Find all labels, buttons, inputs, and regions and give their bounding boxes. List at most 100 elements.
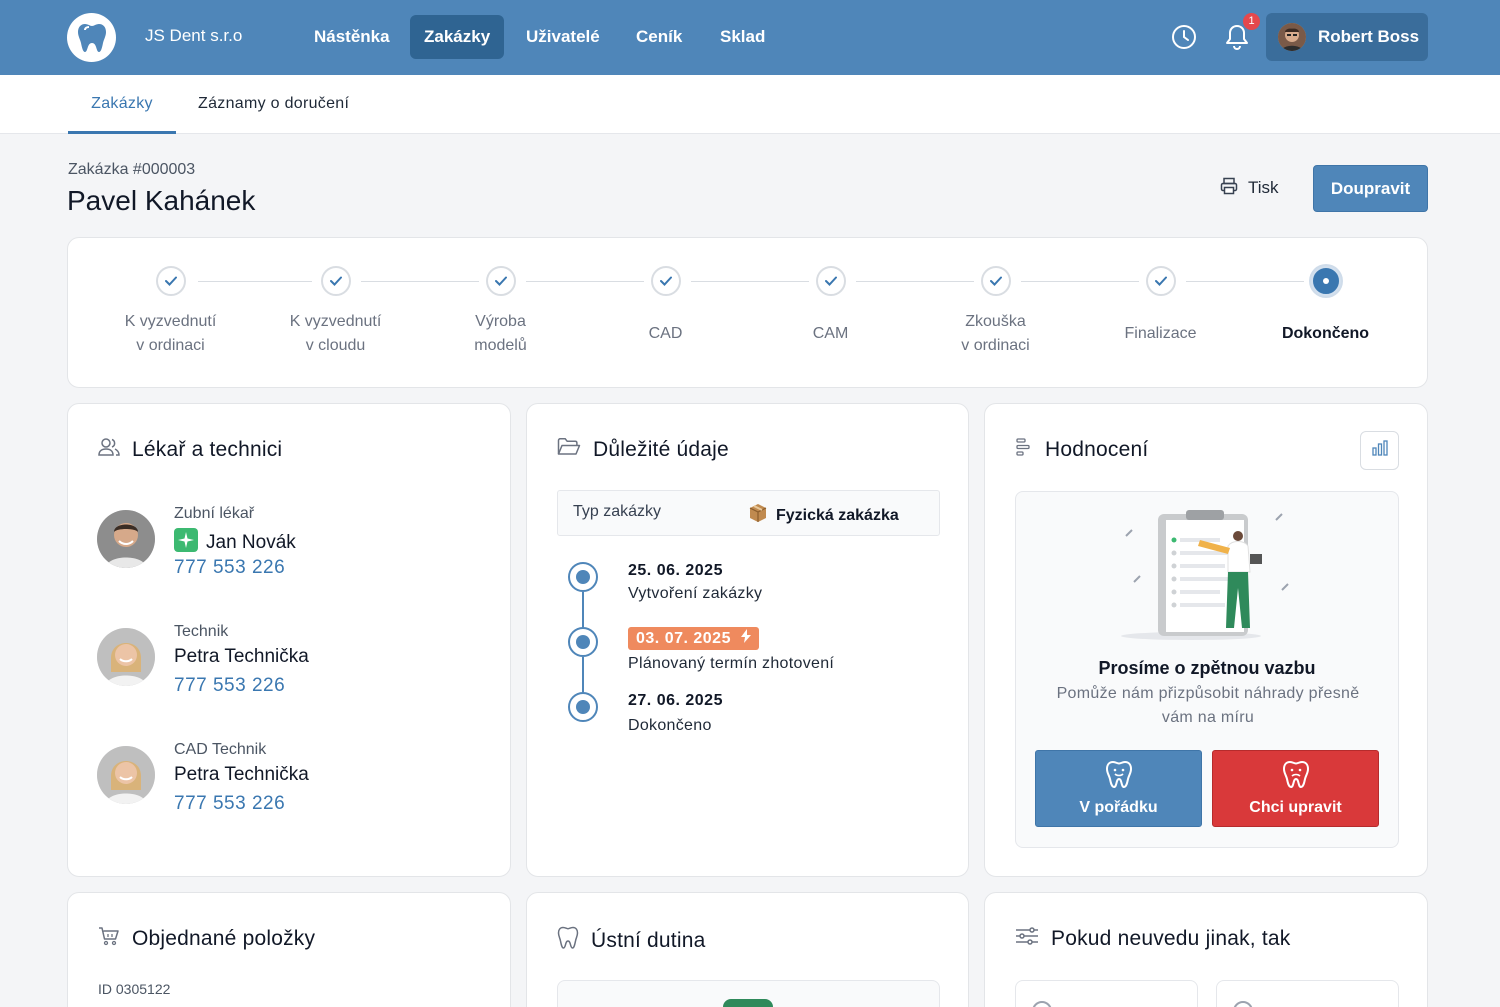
card-title: Hodnocení bbox=[1045, 438, 1149, 461]
timeline-date: 03. 07. 2025 bbox=[636, 629, 731, 647]
option-tile[interactable] bbox=[1216, 980, 1399, 1007]
nav-dashboard[interactable]: Nástěnka bbox=[300, 15, 404, 59]
default-settings-card: Pokud neuvedu jinak, tak bbox=[984, 892, 1428, 1007]
step-label-line2: v ordinaci bbox=[961, 337, 1030, 354]
step-label-line1: K vyzvednutí bbox=[124, 313, 217, 330]
phone-link[interactable]: 777 553 226 bbox=[174, 675, 285, 697]
person-role: CAD Technik bbox=[174, 741, 267, 758]
cart-icon bbox=[98, 926, 120, 952]
person-role: Technik bbox=[174, 623, 229, 640]
check-icon bbox=[320, 266, 351, 296]
ordered-items-card: Objednané položky ID 0305122 bbox=[67, 892, 511, 1007]
check-icon bbox=[650, 266, 681, 296]
notification-badge: 1 bbox=[1243, 13, 1260, 30]
printer-icon bbox=[1220, 177, 1238, 200]
verified-star-icon bbox=[174, 528, 198, 558]
step-label-line2: v cloudu bbox=[305, 337, 366, 354]
teeth-diagram bbox=[723, 999, 773, 1007]
user-avatar bbox=[1278, 23, 1306, 51]
timeline-line bbox=[582, 657, 584, 695]
stats-button[interactable] bbox=[1360, 431, 1399, 470]
person-name: Jan Novák bbox=[206, 532, 296, 553]
person-name: Petra Technička bbox=[174, 646, 309, 667]
person-name-row: Jan Novák bbox=[174, 528, 296, 558]
user-menu-button[interactable]: Robert Boss bbox=[1266, 13, 1428, 61]
oral-cavity-preview bbox=[557, 980, 940, 1007]
step-label-line2: v ordinaci bbox=[136, 337, 205, 354]
step-label-line1: Zkouška bbox=[965, 313, 1026, 330]
step-pickup-cloud: K vyzvednutí v cloudu bbox=[253, 266, 418, 358]
timeline-dot bbox=[568, 692, 598, 722]
nav-pricelist[interactable]: Ceník bbox=[622, 15, 696, 59]
ordered-item-id: ID 0305122 bbox=[98, 981, 171, 997]
step-label: Finalizace bbox=[1124, 325, 1197, 342]
feedback-ok-button[interactable]: V pořádku bbox=[1035, 750, 1202, 827]
check-icon bbox=[485, 266, 516, 296]
print-label: Tisk bbox=[1248, 178, 1279, 197]
step-cam: CAM bbox=[748, 266, 913, 358]
order-number: Zakázka #000003 bbox=[68, 161, 196, 178]
step-cad: CAD bbox=[583, 266, 748, 358]
feedback-illustration bbox=[1116, 506, 1296, 646]
timeline-dot bbox=[568, 627, 598, 657]
option-tile[interactable] bbox=[1015, 980, 1198, 1007]
radio-icon bbox=[1032, 1001, 1052, 1007]
print-button[interactable]: Tisk bbox=[1210, 168, 1289, 208]
timeline-dot bbox=[568, 562, 598, 592]
feedback-edit-button[interactable]: Chci upravit bbox=[1212, 750, 1379, 827]
user-name: Robert Boss bbox=[1318, 27, 1420, 46]
tab-orders[interactable]: Zakázky bbox=[68, 75, 176, 134]
step-label: CAD bbox=[648, 325, 683, 342]
finish-edit-button[interactable]: Doupravit bbox=[1313, 165, 1428, 212]
phone-link[interactable]: 777 553 226 bbox=[174, 793, 285, 815]
step-label-line2: modelů bbox=[474, 337, 527, 354]
step-pickup-office: K vyzvednutí v ordinaci bbox=[88, 266, 253, 358]
nav-orders[interactable]: Zakázky bbox=[410, 15, 505, 59]
step-model-production: Výroba modelů bbox=[418, 266, 583, 358]
person-role: Zubní lékař bbox=[174, 505, 255, 522]
card-title: Pokud neuvedu jinak, tak bbox=[1051, 927, 1291, 950]
feedback-text: Pomůže nám přizpůsobit náhrady přesně vá… bbox=[1056, 685, 1360, 726]
avatar bbox=[97, 510, 155, 568]
users-icon bbox=[98, 437, 120, 463]
current-step-indicator bbox=[1310, 266, 1341, 296]
card-title: Ústní dutina bbox=[591, 929, 706, 952]
check-icon bbox=[980, 266, 1011, 296]
avatar bbox=[97, 746, 155, 804]
page-title: Pavel Kahánek bbox=[67, 185, 256, 216]
tooth-icon bbox=[557, 926, 579, 956]
order-type-row: Typ zakázky Fyzická zakázka bbox=[557, 490, 940, 536]
company-name: JS Dent s.r.o bbox=[145, 26, 243, 45]
tooth-logo-icon[interactable] bbox=[67, 13, 116, 62]
timeline-date: 25. 06. 2025 bbox=[628, 562, 723, 579]
rating-card: Hodnocení Prosíme o zpětnou vazbu Pomůže… bbox=[984, 403, 1428, 877]
step-label-line1: K vyzvednutí bbox=[289, 313, 382, 330]
happy-tooth-icon bbox=[1105, 760, 1133, 793]
step-label: CAM bbox=[812, 325, 849, 342]
timeline-date: 27. 06. 2025 bbox=[628, 692, 723, 709]
feedback-ok-label: V pořádku bbox=[1079, 799, 1158, 816]
clock-icon[interactable] bbox=[1170, 23, 1198, 51]
lightning-icon bbox=[740, 629, 751, 648]
nav-users[interactable]: Uživatelé bbox=[512, 15, 614, 59]
step-finalization: Finalizace bbox=[1078, 266, 1243, 358]
oral-cavity-card: Ústní dutina bbox=[526, 892, 969, 1007]
order-type-label: Typ zakázky bbox=[573, 503, 662, 520]
sliders-icon bbox=[1015, 926, 1039, 952]
card-title: Lékař a technici bbox=[132, 438, 283, 461]
feedback-box: Prosíme o zpětnou vazbu Pomůže nám přizp… bbox=[1015, 491, 1399, 848]
tab-delivery-records[interactable]: Záznamy o doručení bbox=[198, 75, 349, 134]
urgent-date-badge: 03. 07. 2025 bbox=[628, 627, 759, 650]
sad-tooth-icon bbox=[1282, 760, 1310, 793]
check-icon bbox=[815, 266, 846, 296]
status-stepper: K vyzvednutí v ordinaci K vyzvednutí v clo… bbox=[67, 237, 1428, 388]
feedback-edit-label: Chci upravit bbox=[1249, 799, 1342, 816]
subtabs-bar: Zakázky Záznamy o doručení bbox=[0, 75, 1500, 134]
timeline-desc: Dokončeno bbox=[628, 717, 712, 734]
step-completed: Dokončeno bbox=[1243, 266, 1408, 358]
phone-link[interactable]: 777 553 226 bbox=[174, 557, 285, 579]
check-icon bbox=[1145, 266, 1176, 296]
card-title: Objednané položky bbox=[132, 927, 316, 950]
person-name: Petra Technička bbox=[174, 764, 309, 785]
nav-warehouse[interactable]: Sklad bbox=[706, 15, 779, 59]
